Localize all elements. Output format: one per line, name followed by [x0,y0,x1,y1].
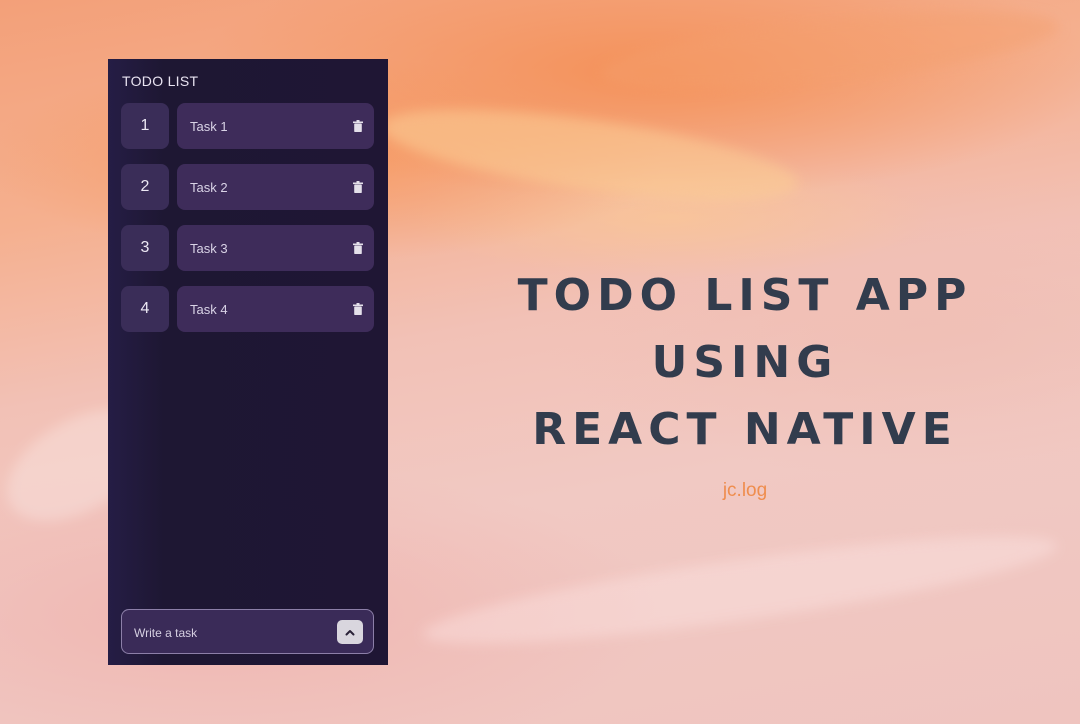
headline: TODO LIST APP USING REACT NATIVE [480,262,1010,463]
trash-icon[interactable] [353,181,363,193]
task-label: Task 4 [190,301,228,317]
task-row: 3 Task 3 [121,225,375,271]
task-item[interactable]: Task 2 [177,164,374,210]
trash-icon[interactable] [353,303,363,315]
task-label: Task 3 [190,240,228,256]
headline-line: USING [651,337,839,388]
trash-icon[interactable] [353,120,363,132]
chevron-up-icon [345,629,355,635]
background-streak [598,0,1062,104]
background-streak [377,91,803,219]
background-streak [418,515,1062,665]
task-number: 4 [121,286,169,332]
task-row: 2 Task 2 [121,164,375,210]
task-input[interactable] [132,610,336,655]
task-input-bar [121,609,374,655]
task-item[interactable]: Task 3 [177,225,374,271]
headline-line: REACT NATIVE [532,404,958,455]
task-row: 4 Task 4 [121,286,375,332]
task-item[interactable]: Task 4 [177,286,374,332]
task-label: Task 2 [190,179,228,195]
add-task-button[interactable] [337,620,363,644]
task-number: 2 [121,164,169,210]
author-byline: jc.log [722,480,768,501]
task-number: 1 [121,103,169,149]
task-number: 3 [121,225,169,271]
todo-app-screen: TODO LIST 1 Task 1 2 Task 2 3 Task 3 4 T… [108,59,388,665]
task-row: 1 Task 1 [121,103,375,149]
app-title: TODO LIST [122,73,199,89]
task-item[interactable]: Task 1 [177,103,374,149]
task-label: Task 1 [190,118,228,134]
trash-icon[interactable] [353,242,363,254]
headline-line: TODO LIST APP [517,270,973,321]
